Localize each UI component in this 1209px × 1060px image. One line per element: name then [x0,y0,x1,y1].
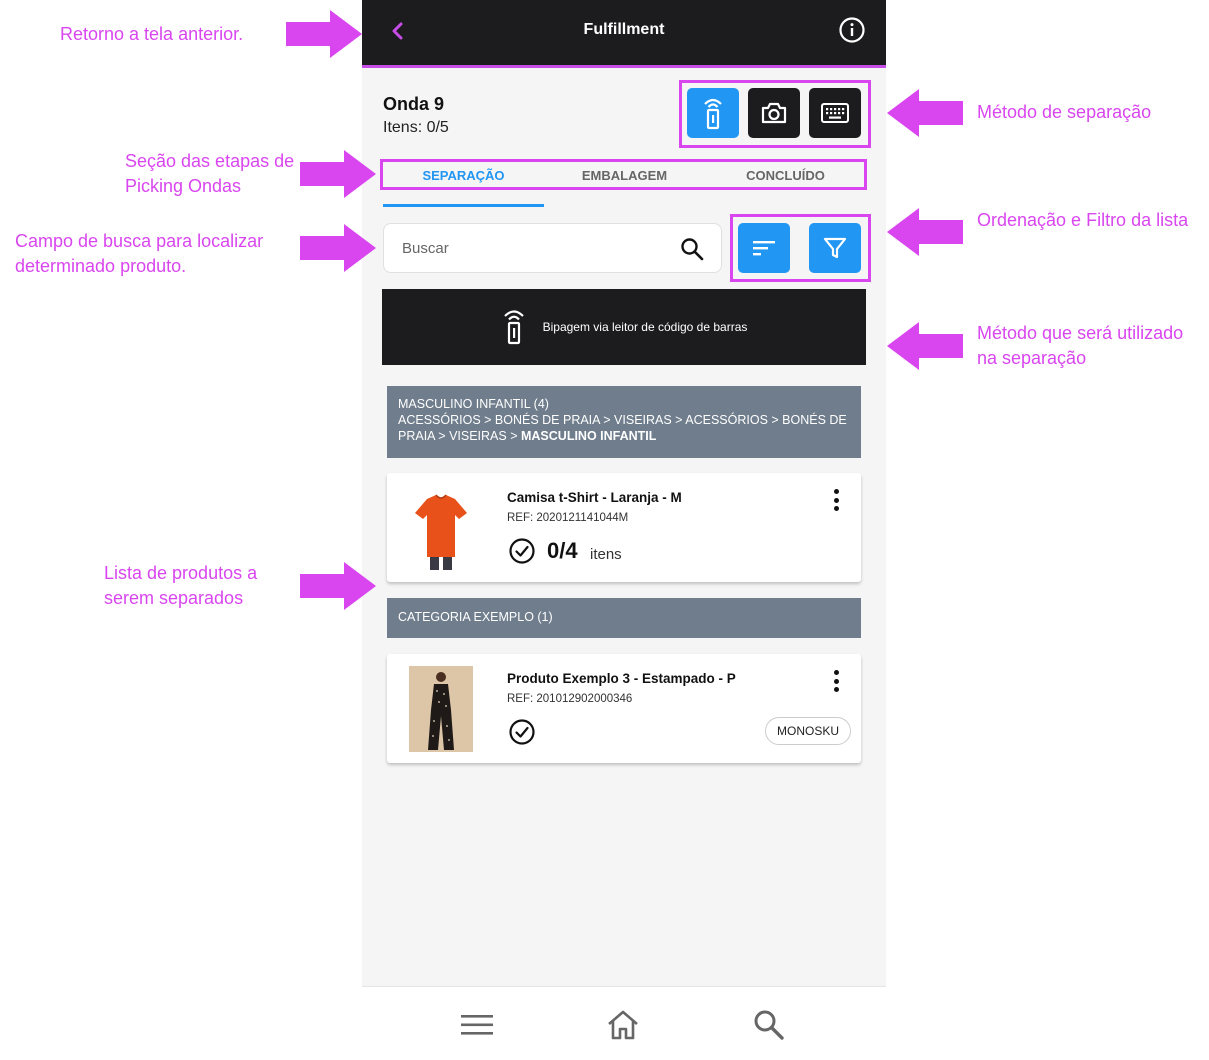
sort-filter-highlight [730,214,871,282]
annotation-list: Lista de produtos a serem separados [104,563,258,608]
wave-items-count: Itens: 0/5 [383,119,449,136]
quantity-unit: itens [590,546,622,563]
search-icon[interactable] [679,236,705,262]
picked-quantity: 0/4 [547,538,578,563]
arrow-right-icon [300,150,376,198]
category-path: ACESSÓRIOS > BONÉS DE PRAIA > VISEIRAS >… [398,413,847,443]
wave-title: Onda 9 [383,94,445,114]
category-title: CATEGORIA EXEMPLO (1) [398,610,553,624]
category-header: MASCULINO INFANTIL (4) ACESSÓRIOS > BONÉ… [387,386,861,458]
nav-search-button[interactable] [751,1007,787,1043]
product-card[interactable]: Camisa t-Shirt - Laranja - M REF: 202012… [387,473,861,582]
app-bar: Fulfillment [362,0,886,68]
arrow-left-icon [887,208,963,256]
separation-method-banner: Bipagem via leitor de código de barras [382,289,866,365]
barcode-scanner-icon [503,310,524,345]
product-type-badge: MONOSKU [764,717,851,745]
home-icon [608,1010,638,1040]
search-input[interactable] [402,236,672,260]
app-title: Fulfillment [583,21,665,38]
annotation-search: Campo de busca para localizar determinad… [15,231,264,276]
annotation-tabs: Seção das etapas de Picking Ondas [125,151,295,196]
search-box [383,223,722,273]
annotation-method: Método de separação [977,102,1152,122]
product-name: Camisa t-Shirt - Laranja - M [507,490,682,505]
product-card[interactable]: Produto Exemplo 3 - Estampado - P REF: 2… [387,654,861,763]
arrow-left-icon [887,322,963,370]
info-button[interactable] [838,16,866,44]
arrow-right-icon [300,224,376,272]
bottom-navigation [362,986,886,1060]
info-icon [839,17,865,43]
category-title: MASCULINO INFANTIL (4) [398,397,549,411]
search-icon [754,1010,784,1040]
menu-icon [461,1015,493,1035]
annotation-sort-filter: Ordenação e Filtro da lista [977,210,1189,230]
method-highlight [679,80,871,148]
product-image [409,666,473,752]
more-vertical-icon[interactable] [829,487,843,513]
method-banner-text: Bipagem via leitor de código de barras [542,320,748,334]
tabs-highlight [380,159,867,190]
arrow-right-icon [300,562,376,610]
product-ref: REF: 2020121141044M [507,512,629,524]
active-tab-indicator [383,204,544,207]
annotation-banner: Método que será utilizado na separação [977,323,1184,368]
arrow-right-icon [286,10,362,58]
more-vertical-icon[interactable] [829,668,843,694]
product-name: Produto Exemplo 3 - Estampado - P [507,671,736,686]
nav-home-button[interactable] [605,1007,641,1043]
arrow-left-icon [887,89,963,137]
check-circle-icon[interactable] [508,718,536,746]
product-ref: REF: 201012902000346 [507,693,633,705]
annotation-back: Retorno a tela anterior. [60,24,244,44]
nav-menu-button[interactable] [459,1007,495,1043]
product-image [409,485,473,571]
check-circle-icon[interactable] [508,537,536,565]
category-header: CATEGORIA EXEMPLO (1) [387,598,861,638]
